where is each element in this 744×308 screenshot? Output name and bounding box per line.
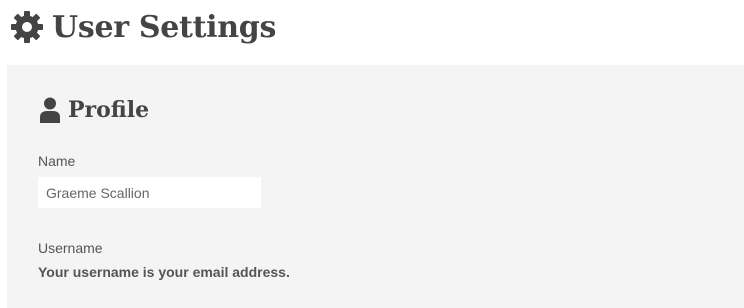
gear-icon	[11, 11, 43, 43]
name-label: Name	[38, 153, 76, 169]
username-note: Your username is your email address.	[38, 264, 290, 280]
person-icon	[40, 97, 60, 123]
username-label: Username	[38, 240, 103, 256]
page-header: User Settings	[0, 0, 744, 64]
section-title-profile: Profile	[68, 97, 150, 123]
page-title: User Settings	[52, 10, 277, 45]
name-field[interactable]	[38, 177, 261, 208]
profile-panel: Profile Name Username Your username is y…	[7, 65, 744, 308]
